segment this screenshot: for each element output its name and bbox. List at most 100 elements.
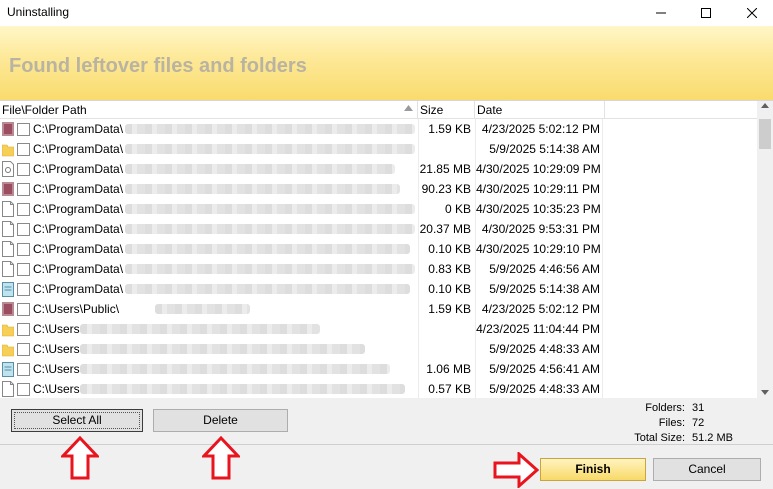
row-date: 4/23/2025 5:02:12 PM — [475, 299, 603, 319]
table-row[interactable]: C:\ProgramData\ 5/9/2025 5:14:38 AM — [0, 139, 757, 159]
leftover-list[interactable]: File\Folder Path Size Date C:\ProgramDat… — [0, 100, 773, 398]
row-checkbox[interactable] — [17, 343, 30, 356]
delete-button[interactable]: Delete — [153, 409, 288, 432]
window-title: Uninstalling — [7, 5, 69, 19]
row-date: 4/30/2025 10:29:09 PM — [475, 159, 603, 179]
redacted-path-segment — [80, 344, 365, 354]
table-row[interactable]: C:\ProgramData\ 0.83 KB 5/9/2025 4:46:56 A… — [0, 259, 757, 279]
table-row[interactable]: C:\ProgramData\ 21.85 MB 4/30/2025 10:29:0… — [0, 159, 757, 179]
row-checkbox[interactable] — [17, 263, 30, 276]
row-size: 1.59 KB — [418, 299, 473, 319]
title-bar: Uninstalling — [0, 0, 773, 26]
config-file-icon — [2, 161, 14, 177]
arrow-up-icon — [202, 436, 240, 480]
row-checkbox[interactable] — [17, 123, 30, 136]
table-row[interactable]: C:\ProgramData\ 90.23 KB 4/30/2025 10:29:1… — [0, 179, 757, 199]
row-size: 1.06 MB — [418, 359, 473, 379]
column-header-path[interactable]: File\Folder Path — [0, 101, 418, 119]
row-date: 4/23/2025 11:04:44 PM — [475, 319, 603, 339]
redacted-path-segment — [125, 144, 415, 154]
scroll-up-icon[interactable] — [761, 103, 769, 108]
row-size: 1.59 KB — [418, 119, 473, 139]
row-checkbox[interactable] — [17, 363, 30, 376]
redacted-path-segment — [80, 324, 320, 334]
table-row[interactable]: C:\Users 4/23/2025 11:04:44 PM — [0, 319, 757, 339]
arrow-right-icon — [493, 452, 539, 488]
minimize-button[interactable] — [638, 0, 684, 26]
finish-button[interactable]: Finish — [540, 458, 646, 481]
maximize-button[interactable] — [683, 0, 729, 26]
table-row[interactable]: C:\ProgramData\ 20.37 MB 4/30/2025 9:53:31… — [0, 219, 757, 239]
table-row[interactable]: C:\ProgramData\ 1.59 KB 4/23/2025 5:02:12 … — [0, 119, 757, 139]
redacted-path-segment — [125, 264, 415, 274]
row-date: 5/9/2025 5:14:38 AM — [475, 139, 603, 159]
row-date: 4/30/2025 10:35:23 PM — [475, 199, 603, 219]
table-row[interactable]: C:\ProgramData\ 0.10 KB 5/9/2025 5:14:38 A… — [0, 279, 757, 299]
row-size: 0.57 KB — [418, 379, 473, 399]
blank-file-icon — [2, 201, 14, 217]
redacted-path-segment — [125, 204, 415, 214]
table-row[interactable]: C:\Users 5/9/2025 4:48:33 AM — [0, 339, 757, 359]
close-icon — [747, 8, 757, 18]
row-date: 4/30/2025 10:29:10 PM — [475, 239, 603, 259]
row-checkbox[interactable] — [17, 243, 30, 256]
folders-label: Folders: — [645, 401, 685, 416]
row-date: 4/23/2025 5:02:12 PM — [475, 119, 603, 139]
redacted-path-segment — [125, 224, 415, 234]
folder-icon — [2, 141, 14, 157]
header-banner: Found leftover files and folders — [0, 26, 773, 100]
cancel-button[interactable]: Cancel — [653, 458, 761, 481]
column-header-filler — [605, 101, 758, 119]
redacted-path-segment — [125, 284, 410, 294]
redacted-path-segment — [125, 184, 400, 194]
folder-icon — [2, 341, 14, 357]
vertical-scrollbar[interactable] — [757, 101, 773, 399]
row-size: 21.85 MB — [418, 159, 473, 179]
row-size: 20.37 MB — [418, 219, 473, 239]
notepad-file-icon — [2, 281, 14, 297]
redacted-path-segment — [125, 124, 415, 134]
redacted-path-segment — [80, 384, 405, 394]
select-all-button[interactable]: Select All — [11, 409, 143, 432]
scrollbar-thumb[interactable] — [759, 119, 771, 149]
row-checkbox[interactable] — [17, 323, 30, 336]
table-row[interactable]: C:\ProgramData\ 0 KB 4/30/2025 10:35:23 PM — [0, 199, 757, 219]
files-stat: Files: 72 — [600, 416, 740, 431]
column-header-size[interactable]: Size — [418, 101, 475, 119]
row-checkbox[interactable] — [17, 283, 30, 296]
table-row[interactable]: C:\Users 0.57 KB 5/9/2025 4:48:33 AM — [0, 379, 757, 399]
row-checkbox[interactable] — [17, 183, 30, 196]
minimize-icon — [656, 8, 666, 18]
scroll-down-icon[interactable] — [761, 390, 769, 395]
row-date: 4/30/2025 10:29:11 PM — [475, 179, 603, 199]
close-button[interactable] — [729, 0, 773, 26]
file-colored-icon — [2, 301, 14, 317]
list-rows: C:\ProgramData\ 1.59 KB 4/23/2025 5:02:12 … — [0, 119, 757, 399]
row-checkbox[interactable] — [17, 143, 30, 156]
column-header-date[interactable]: Date — [475, 101, 605, 119]
row-size: 0.10 KB — [418, 239, 473, 259]
row-date: 5/9/2025 4:48:33 AM — [475, 379, 603, 399]
row-checkbox[interactable] — [17, 383, 30, 396]
folders-stat: Folders: 31 — [600, 401, 740, 416]
row-size — [418, 339, 473, 359]
row-date: 4/30/2025 9:53:31 PM — [475, 219, 603, 239]
blank-file-icon — [2, 221, 14, 237]
blank-file-icon — [2, 261, 14, 277]
column-header-date-label: Date — [477, 103, 502, 117]
table-row[interactable]: C:\Users 1.06 MB 5/9/2025 4:56:41 AM — [0, 359, 757, 379]
row-checkbox[interactable] — [17, 223, 30, 236]
redacted-path-segment — [125, 244, 410, 254]
row-checkbox[interactable] — [17, 163, 30, 176]
row-date: 5/9/2025 4:56:41 AM — [475, 359, 603, 379]
row-checkbox[interactable] — [17, 303, 30, 316]
footer-divider — [0, 444, 773, 445]
table-row[interactable]: C:\Users\Public\ 1.59 KB 4/23/2025 5:02:12… — [0, 299, 757, 319]
folder-icon — [2, 321, 14, 337]
row-checkbox[interactable] — [17, 203, 30, 216]
file-colored-icon — [2, 121, 14, 137]
table-row[interactable]: C:\ProgramData\ 0.10 KB 4/30/2025 10:29:10… — [0, 239, 757, 259]
arrow-up-icon — [61, 436, 99, 480]
notepad-file-icon — [2, 361, 14, 377]
files-value: 72 — [692, 416, 704, 431]
